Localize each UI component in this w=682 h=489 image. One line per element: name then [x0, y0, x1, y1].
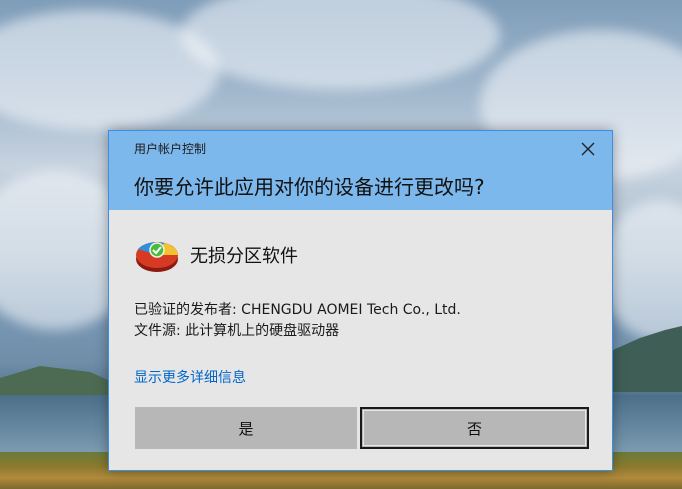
- disk-partition-icon: [134, 235, 180, 275]
- app-info-row: 无损分区软件: [134, 235, 298, 275]
- close-button[interactable]: [574, 137, 602, 161]
- close-icon: [581, 142, 595, 156]
- publisher-info: 已验证的发布者: CHENGDU AOMEI Tech Co., Ltd. 文件…: [134, 300, 461, 342]
- dialog-title: 用户帐户控制: [134, 142, 207, 156]
- dialog-question: 你要允许此应用对你的设备进行更改吗?: [134, 175, 485, 199]
- no-button[interactable]: 否: [360, 407, 589, 449]
- uac-dialog: 用户帐户控制 你要允许此应用对你的设备进行更改吗? 无损分区软件 已验证的发布者…: [108, 130, 613, 471]
- app-name: 无损分区软件: [190, 246, 298, 267]
- show-more-details-link[interactable]: 显示更多详细信息: [134, 367, 246, 387]
- yes-button[interactable]: 是: [135, 407, 357, 449]
- publisher-line: 已验证的发布者: CHENGDU AOMEI Tech Co., Ltd.: [134, 302, 461, 318]
- dialog-header: 用户帐户控制 你要允许此应用对你的设备进行更改吗?: [109, 131, 612, 210]
- source-line: 文件源: 此计算机上的硬盘驱动器: [134, 323, 340, 339]
